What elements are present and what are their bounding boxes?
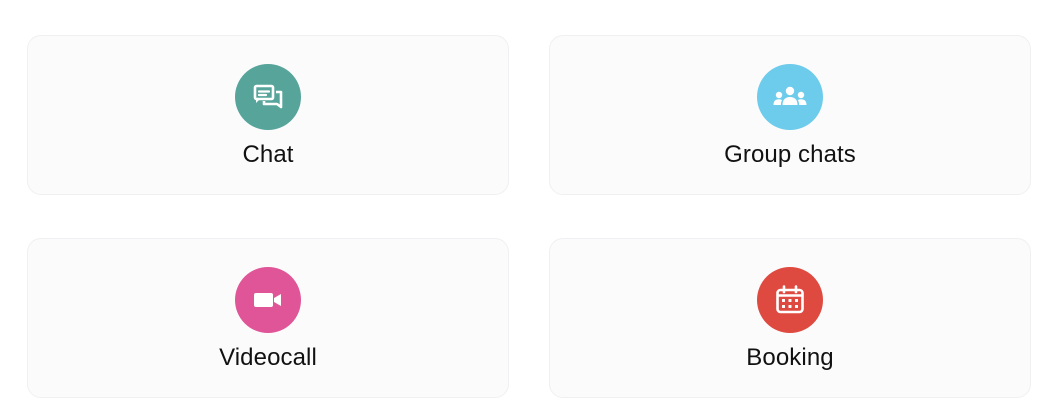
- videocall-icon-badge: [235, 267, 301, 333]
- group-chats-label: Group chats: [724, 141, 856, 168]
- booking-icon-badge: [757, 267, 823, 333]
- chat-card[interactable]: Chat: [27, 35, 509, 195]
- group-users-icon: [773, 86, 807, 105]
- video-camera-icon: [254, 293, 281, 307]
- group-chats-card[interactable]: Group chats: [549, 35, 1031, 195]
- chat-icon-badge: [235, 64, 301, 130]
- group-chats-icon-badge: [757, 64, 823, 130]
- videocall-label: Videocall: [219, 344, 317, 371]
- chat-bubbles-icon: [253, 84, 283, 109]
- calendar-icon: [776, 285, 804, 314]
- chat-label: Chat: [242, 141, 294, 168]
- feature-grid: Chat Group chats Videocall Booking: [0, 0, 1048, 418]
- videocall-card[interactable]: Videocall: [27, 238, 509, 398]
- booking-label: Booking: [746, 344, 834, 371]
- booking-card[interactable]: Booking: [549, 238, 1031, 398]
